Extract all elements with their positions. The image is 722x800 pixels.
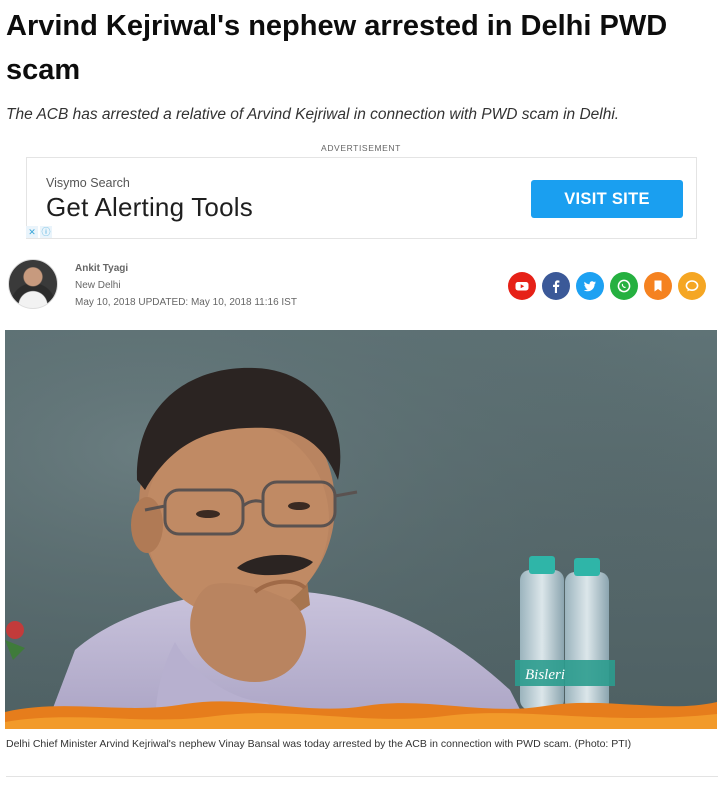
facebook-icon — [553, 280, 560, 293]
advertisement-banner[interactable]: Visymo Search Get Alerting Tools VISIT S… — [26, 157, 697, 239]
bookmark-icon — [654, 280, 662, 292]
youtube-share-button[interactable] — [508, 272, 536, 300]
comment-button[interactable] — [678, 272, 706, 300]
article-headline: Arvind Kejriwal's nephew arrested in Del… — [6, 10, 668, 86]
info-icon[interactable]: ⓘ — [40, 226, 52, 238]
article-summary: The ACB has arrested a relative of Arvin… — [6, 106, 620, 123]
twitter-share-button[interactable] — [576, 272, 604, 300]
bottle-label: Bisleri — [525, 667, 565, 683]
article-dateline: May 10, 2018 UPDATED: May 10, 2018 11:16… — [75, 297, 297, 308]
ad-brand: Visymo Search — [46, 176, 130, 190]
divider — [6, 776, 718, 777]
article-photo[interactable]: Bisleri — [5, 330, 717, 729]
ad-choices[interactable]: ✕ ⓘ — [26, 226, 52, 238]
share-bar — [508, 272, 706, 300]
author-name[interactable]: Ankit Tyagi — [75, 263, 128, 274]
author-avatar[interactable] — [8, 259, 58, 309]
comment-icon — [685, 280, 699, 292]
facebook-share-button[interactable] — [542, 272, 570, 300]
photo-illustration: Bisleri — [5, 330, 717, 729]
visit-site-button[interactable]: VISIT SITE — [531, 180, 683, 218]
author-location: New Delhi — [75, 280, 121, 291]
photo-caption: Delhi Chief Minister Arvind Kejriwal's n… — [6, 738, 632, 750]
whatsapp-share-button[interactable] — [610, 272, 638, 300]
youtube-icon — [515, 282, 529, 291]
close-icon[interactable]: ✕ — [26, 226, 38, 238]
advertisement-label: ADVERTISEMENT — [321, 143, 401, 153]
whatsapp-icon — [617, 279, 631, 293]
twitter-icon — [583, 281, 596, 292]
ad-headline[interactable]: Get Alerting Tools — [46, 192, 253, 223]
bookmark-button[interactable] — [644, 272, 672, 300]
